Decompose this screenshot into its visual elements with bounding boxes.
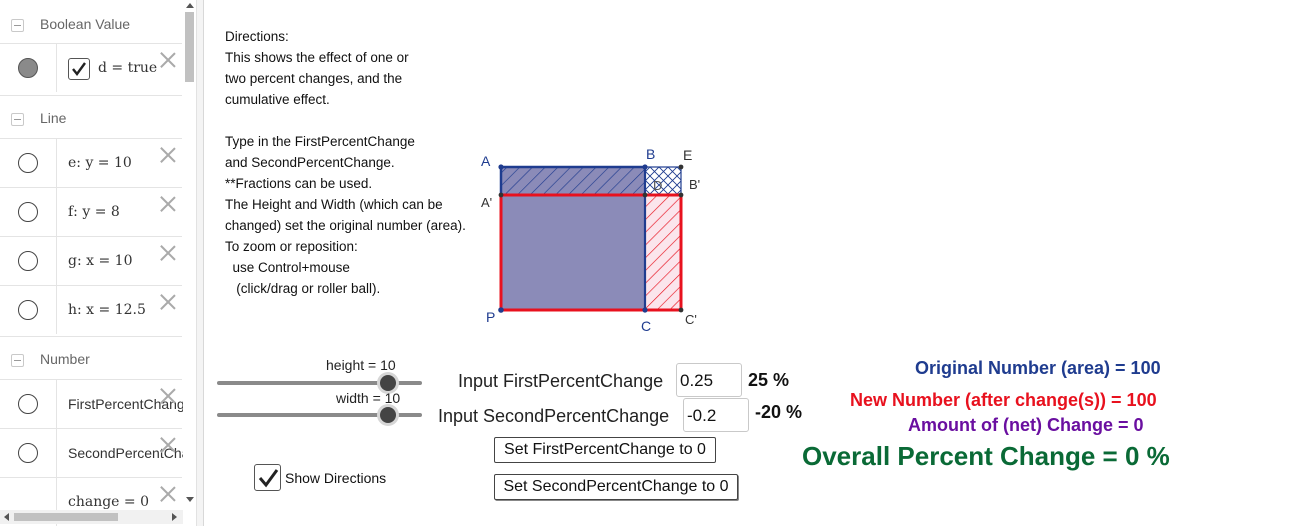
algebra-row-second-percent-change[interactable]: SecondPercentChange bbox=[0, 428, 183, 477]
width-slider-label: width = 10 bbox=[336, 390, 401, 406]
delete-icon[interactable] bbox=[160, 388, 176, 404]
algebra-row-g[interactable]: g: x = 10 bbox=[0, 236, 182, 285]
visibility-toggle[interactable] bbox=[18, 443, 38, 463]
height-slider-knob[interactable] bbox=[379, 375, 396, 391]
label-C-prime: C' bbox=[685, 312, 697, 327]
show-directions-label: Show Directions bbox=[285, 470, 387, 486]
reset-second-percent-change-button[interactable]: Set SecondPercentChange to 0 bbox=[494, 474, 738, 500]
point-C-prime[interactable] bbox=[678, 307, 684, 313]
algebra-view: Boolean Value d = true Line e: y = 10 f:… bbox=[0, 0, 196, 526]
delete-icon[interactable] bbox=[160, 52, 176, 68]
scroll-thumb[interactable] bbox=[14, 513, 118, 521]
directions-line bbox=[225, 110, 485, 131]
original-number-text: Original Number (area) = 100 bbox=[915, 358, 1161, 378]
collapse-toggle-icon[interactable] bbox=[11, 113, 24, 126]
corner-overlap bbox=[644, 166, 682, 196]
label-C: C bbox=[641, 318, 651, 334]
directions-line: and SecondPercentChange. bbox=[225, 155, 395, 170]
width-slider-knob[interactable] bbox=[379, 407, 396, 423]
directions-line: This shows the effect of one or bbox=[225, 50, 409, 65]
algebra-row-h[interactable]: h: x = 12.5 bbox=[0, 285, 182, 334]
algebra-expression: d = true bbox=[98, 60, 158, 76]
visibility-toggle[interactable] bbox=[18, 153, 38, 173]
point-D[interactable] bbox=[642, 192, 648, 198]
directions-line: (click/drag or roller ball). bbox=[225, 281, 381, 296]
collapse-toggle-icon[interactable] bbox=[11, 19, 24, 32]
directions-line: Directions: bbox=[225, 29, 289, 44]
algebra-row-d[interactable]: d = true bbox=[0, 43, 182, 92]
point-A-prime[interactable] bbox=[498, 192, 504, 198]
overall-percent-change-text: Overall Percent Change = 0 % bbox=[802, 441, 1170, 471]
category-number[interactable]: Number bbox=[0, 336, 182, 380]
show-directions-checkbox[interactable] bbox=[254, 464, 281, 491]
boolean-checkbox[interactable] bbox=[68, 58, 90, 80]
visibility-toggle[interactable] bbox=[18, 300, 38, 320]
visibility-toggle[interactable] bbox=[18, 58, 38, 78]
visibility-toggle[interactable] bbox=[18, 202, 38, 222]
first-change-strip bbox=[500, 166, 646, 196]
directions-text: Directions: This shows the effect of one … bbox=[225, 26, 485, 299]
directions-line: **Fractions can be used. bbox=[225, 176, 373, 191]
scroll-right-icon[interactable] bbox=[172, 513, 177, 521]
directions-line: use Control+mouse bbox=[225, 260, 350, 275]
label-P: P bbox=[486, 309, 495, 325]
point-C[interactable] bbox=[642, 307, 648, 313]
algebra-row-first-percent-change[interactable]: FirstPercentChange bbox=[0, 379, 183, 428]
height-slider-label: height = 10 bbox=[326, 357, 396, 373]
second-percent-change-label: Input SecondPercentChange bbox=[438, 406, 670, 426]
second-percent-change-input[interactable]: -0.2 bbox=[683, 398, 749, 432]
label-D: D bbox=[653, 178, 662, 193]
directions-line: cumulative effect. bbox=[225, 92, 330, 107]
visibility-toggle[interactable] bbox=[18, 251, 38, 271]
label-E: E bbox=[683, 147, 692, 163]
delete-icon[interactable] bbox=[160, 147, 176, 163]
point-E[interactable] bbox=[678, 164, 684, 170]
scroll-up-icon[interactable] bbox=[186, 3, 194, 8]
horizontal-scrollbar[interactable] bbox=[0, 510, 183, 524]
delete-icon[interactable] bbox=[160, 245, 176, 261]
first-percent-change-input[interactable]: 0.25 bbox=[676, 363, 742, 397]
label-A: A bbox=[481, 153, 491, 169]
scroll-down-icon[interactable] bbox=[186, 497, 194, 502]
first-percent-change-label: Input FirstPercentChange bbox=[458, 371, 664, 391]
point-B[interactable] bbox=[642, 164, 648, 170]
directions-line: Type in the FirstPercentChange bbox=[225, 134, 415, 149]
delete-icon[interactable] bbox=[160, 196, 176, 212]
directions-line: The Height and Width (which can be bbox=[225, 197, 443, 212]
second-change-hatch bbox=[645, 195, 681, 310]
point-P[interactable] bbox=[498, 307, 504, 313]
label-B: B bbox=[646, 146, 655, 162]
collapse-toggle-icon[interactable] bbox=[11, 354, 24, 367]
category-line[interactable]: Line bbox=[0, 95, 182, 139]
algebra-row-e[interactable]: e: y = 10 bbox=[0, 138, 182, 187]
visibility-toggle[interactable] bbox=[18, 394, 38, 414]
net-change-text: Amount of (net) Change = 0 bbox=[908, 415, 1144, 435]
scroll-left-icon[interactable] bbox=[4, 513, 9, 521]
category-label: Line bbox=[40, 110, 67, 126]
second-percent-display: -20 % bbox=[755, 402, 803, 422]
first-percent-display: 25 % bbox=[748, 370, 790, 390]
label-B-prime: B' bbox=[689, 177, 700, 192]
directions-line: changed) set the original number (area). bbox=[225, 218, 466, 233]
algebra-row-f[interactable]: f: y = 8 bbox=[0, 187, 182, 236]
new-number-text: New Number (after change(s)) = 100 bbox=[850, 390, 1157, 410]
delete-icon[interactable] bbox=[160, 294, 176, 310]
category-boolean[interactable]: Boolean Value bbox=[0, 2, 182, 46]
label-A-prime: A' bbox=[481, 195, 492, 210]
directions-line: two percent changes, and the bbox=[225, 71, 403, 86]
reset-first-percent-change-button[interactable]: Set FirstPercentChange to 0 bbox=[494, 437, 716, 463]
vertical-scrollbar[interactable] bbox=[183, 0, 196, 512]
view-divider[interactable] bbox=[196, 0, 204, 526]
point-A[interactable] bbox=[498, 164, 504, 170]
directions-line: To zoom or reposition: bbox=[225, 239, 358, 254]
category-label: Boolean Value bbox=[40, 16, 131, 32]
delete-icon[interactable] bbox=[160, 437, 176, 453]
percent-change-diagram[interactable]: A B E A' B' D P C C' bbox=[470, 140, 720, 340]
delete-icon[interactable] bbox=[160, 486, 176, 502]
point-B-prime[interactable] bbox=[678, 192, 684, 198]
category-label: Number bbox=[40, 351, 90, 367]
scroll-thumb[interactable] bbox=[185, 12, 194, 82]
